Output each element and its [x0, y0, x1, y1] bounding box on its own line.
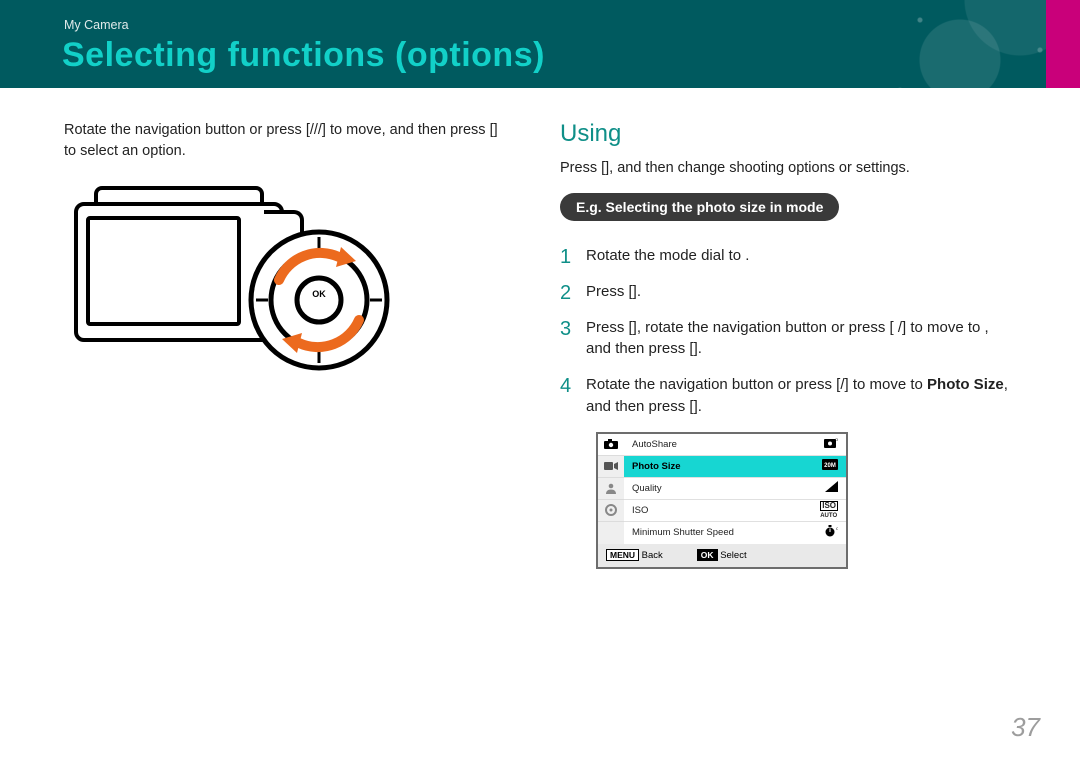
lcd-row-autoshare: AutoShare OFF	[624, 434, 846, 456]
page-title: Selecting functions (options)	[62, 36, 545, 75]
step-number: 3	[560, 315, 571, 344]
lcd-label: AutoShare	[632, 439, 677, 450]
step-1: 1 Rotate the mode dial to .	[560, 245, 1010, 267]
lcd-back-hint: MENU Back	[606, 549, 663, 561]
size-20m-icon: 20M	[822, 459, 838, 473]
section-heading: Using	[560, 120, 1010, 148]
example-pill: E.g. Selecting the photo size in mode	[560, 193, 839, 221]
camera-tab-icon	[598, 434, 624, 456]
svg-text:OK: OK	[312, 289, 326, 299]
manual-page: My Camera Selecting functions (options) …	[0, 0, 1080, 765]
lcd-list: AutoShare OFF Photo Size 20M Quality	[624, 434, 846, 544]
lcd-label: ISO	[632, 505, 648, 516]
svg-text:20M: 20M	[824, 463, 836, 469]
step-number: 2	[560, 279, 571, 308]
section-intro: Press [], and then change shooting optio…	[560, 158, 1010, 179]
menu-key-icon: MENU	[606, 549, 639, 561]
step-text: Press [], rotate the navigation button o…	[586, 319, 989, 358]
lcd-label: Photo Size	[632, 461, 681, 472]
lcd-back-label: Back	[642, 550, 663, 561]
step-text-bold: Photo Size	[927, 376, 1004, 393]
mss-icon: OFF	[824, 525, 838, 540]
step-4: 4 Rotate the navigation button or press …	[560, 374, 1010, 418]
lcd-side-tabs	[598, 434, 624, 544]
section-tab	[1046, 0, 1080, 88]
page-number: 37	[1011, 712, 1040, 743]
autoshare-off-icon: OFF	[824, 437, 838, 452]
step-text-prefix: Rotate the navigation button or press [/…	[586, 376, 927, 393]
lcd-footer: MENU Back OK Select	[598, 544, 846, 567]
ok-key-icon: OK	[697, 549, 718, 561]
video-tab-icon	[598, 456, 624, 478]
blank-tab	[598, 522, 624, 544]
settings-tab-icon	[598, 500, 624, 522]
lcd-body: AutoShare OFF Photo Size 20M Quality	[598, 434, 846, 544]
step-number: 4	[560, 372, 571, 401]
left-column: Rotate the navigation button or press [/…	[64, 120, 509, 375]
navigation-dial-icon: OK	[244, 225, 394, 375]
step-text: Press [].	[586, 283, 641, 300]
svg-text:OFF: OFF	[836, 526, 838, 531]
lcd-row-iso: ISO ISOAUTO	[624, 500, 846, 522]
lcd-menu: AutoShare OFF Photo Size 20M Quality	[596, 432, 848, 569]
lcd-label: Quality	[632, 483, 662, 494]
lcd-select-hint: OK Select	[697, 549, 747, 561]
lcd-row-mss: Minimum Shutter Speed OFF	[624, 522, 846, 544]
user-tab-icon	[598, 478, 624, 500]
lcd-label: Minimum Shutter Speed	[632, 527, 734, 538]
right-column: Using Press [], and then change shooting…	[560, 120, 1010, 569]
lcd-select-label: Select	[720, 550, 746, 561]
step-text: Rotate the mode dial to .	[586, 247, 749, 264]
lcd-row-quality: Quality	[624, 478, 846, 500]
camera-illustration: OK	[64, 180, 394, 375]
steps-list: 1 Rotate the mode dial to . 2 Press []. …	[560, 245, 1010, 418]
camera-screen-outline	[86, 216, 241, 326]
step-3: 3 Press [], rotate the navigation button…	[560, 317, 1010, 361]
intro-text: Rotate the navigation button or press [/…	[64, 120, 509, 162]
lcd-row-photosize: Photo Size 20M	[624, 456, 846, 478]
step-number: 1	[560, 243, 571, 272]
step-2: 2 Press [].	[560, 281, 1010, 303]
quality-icon	[825, 481, 838, 495]
breadcrumb: My Camera	[64, 18, 129, 32]
svg-text:OFF: OFF	[835, 437, 838, 442]
iso-auto-icon: ISOAUTO	[820, 501, 838, 519]
